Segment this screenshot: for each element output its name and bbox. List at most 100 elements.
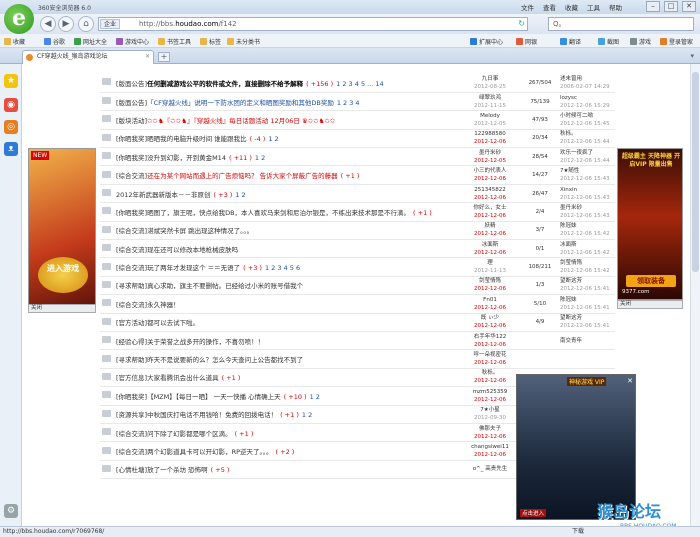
thread-tag[interactable]: [综合交流] xyxy=(116,172,147,180)
author-name[interactable]: 122988580 xyxy=(474,131,506,137)
favorites-star-icon[interactable]: ★ xyxy=(4,74,18,88)
thread-pages[interactable]: 1 2 3 4 5 ... 14 xyxy=(336,80,384,88)
fav-hao-directory[interactable]: 网址大全 xyxy=(74,37,107,46)
fav-google[interactable]: 谷歌 xyxy=(44,37,65,46)
login-manager[interactable]: 登录管家 xyxy=(660,37,693,46)
author-name[interactable]: mzm525359 xyxy=(473,389,508,395)
forward-button[interactable]: ▶ xyxy=(58,16,74,32)
thread-title-link[interactable]: 两个幻影道具卡可以开幻影，RP逆天了。。。 xyxy=(147,448,272,456)
thread-row[interactable]: [版面公告]「CF穿越火线」说明一下防水团的定义和晒图奖励和其他DB奖励 1 2 … xyxy=(100,92,615,112)
maximize-button[interactable]: □ xyxy=(664,1,678,12)
game-button[interactable]: 游戏 xyxy=(630,37,651,46)
fav-tags[interactable]: 标签 xyxy=(200,37,221,46)
author-name[interactable]: 7★小星 xyxy=(480,407,499,413)
back-button[interactable]: ◀ xyxy=(40,16,56,32)
author-name[interactable]: 既 ぃ少 xyxy=(481,315,499,321)
thread-pages[interactable]: 1 2 xyxy=(310,393,320,401)
author-name[interactable]: o^_ 高贵先生 xyxy=(473,466,507,472)
thread-tag[interactable]: [寻求帮助] xyxy=(116,282,147,290)
vertical-scrollbar[interactable] xyxy=(690,64,700,526)
thread-row[interactable]: [你晒我奖]没升到幻影，开到黄金M14( +11 ) 1 2 墨丹米砂 2012-12… xyxy=(100,147,615,167)
game-ad-close-icon[interactable]: ✕ xyxy=(627,377,633,385)
thread-tag[interactable]: [综合交流] xyxy=(116,246,147,254)
thread-row[interactable]: [综合交流]还在为某个网站而遇上的广告烦恼吗？ 告诉大家个屏蔽广告的藤器( +1… xyxy=(100,165,615,185)
author-name[interactable]: 251345822 xyxy=(474,187,506,193)
tab-cf-forum[interactable]: CF穿越火线_猴岛游戏论坛 ✕ xyxy=(22,50,154,64)
author-name[interactable]: 九日事 xyxy=(482,76,499,82)
thread-title-link[interactable]: 放了一个杀坊 恐怖啊 xyxy=(147,466,208,474)
thread-tag[interactable]: [官方活动] xyxy=(116,319,147,327)
author-name[interactable]: 右手年华122 xyxy=(474,334,507,340)
author-name[interactable]: 墨丹米砂 xyxy=(479,150,501,156)
thread-row[interactable]: [寻求帮助]昨天不是说要新的么？怎么今天查问上公告都找不到了 呼一朵视密花 2012… xyxy=(100,349,615,369)
author-name[interactable]: 理 xyxy=(487,260,493,266)
thread-row[interactable]: [综合交流]现在还可以修改本地枪械皮肤吗 冰面斯 2012-12-06 0/1 冰面斯 2… xyxy=(100,239,615,259)
thread-row[interactable]: [版块活动]✩✩♞『✩✩♞』『穿越火线』每日话题活动 12月06日 ♛✩✩♞✩✩… xyxy=(100,110,615,130)
minimize-button[interactable]: – xyxy=(646,1,660,12)
game-ad-enter[interactable]: 点击进入 xyxy=(520,509,547,517)
fav-game-center[interactable]: 游戏中心 xyxy=(116,37,149,46)
netbank-button[interactable]: 网银 xyxy=(516,37,537,46)
thread-row[interactable]: [版面公告]任何删减游戏公平的软件或文件，直接删除不给予解释( +156 ) 1 … xyxy=(100,74,615,93)
thread-tag[interactable]: [心情杜塘] xyxy=(116,466,147,474)
thread-tag[interactable]: [版块活动] xyxy=(116,117,147,125)
author-name[interactable]: 妖精 xyxy=(484,223,495,229)
author-name[interactable]: 绿翠玖鸿 xyxy=(479,95,501,101)
address-bar[interactable]: 企业 http://bbs.houdao.com/f142 ↻ xyxy=(98,17,528,31)
thread-title-link[interactable]: 中秋国庆打电话不用钱哈！免费的回拨电话！ xyxy=(147,411,277,419)
thread-tag[interactable]: [你晒我奖] xyxy=(116,209,147,217)
last-poster[interactable]: 南交青年 xyxy=(560,338,582,344)
last-poster[interactable]: lozysc xyxy=(560,95,577,101)
app-icon[interactable]: ◎ xyxy=(4,120,18,134)
refresh-icon[interactable]: ↻ xyxy=(518,19,525,28)
new-tab-button[interactable]: + xyxy=(158,52,170,62)
author-name[interactable]: 佛那夫子 xyxy=(479,426,501,432)
right-game-ad[interactable]: 超级霸主 天降神器 开启VIP 限量出售 领取装备 9377.com xyxy=(617,148,683,300)
menu-view[interactable]: 查看 xyxy=(543,2,556,12)
thread-tag[interactable]: [综合交流] xyxy=(116,227,147,235)
last-poster[interactable]: 秋栎。 xyxy=(560,131,577,137)
author-name[interactable]: Fn01 xyxy=(483,297,497,303)
menu-favorites[interactable]: 收藏 xyxy=(565,2,578,12)
author-name[interactable]: 呼一朵视密花 xyxy=(473,352,506,358)
thread-title-link[interactable]: 湛斌突然卡屏 跳出现这种情况了。。。 xyxy=(147,227,253,235)
thread-tag[interactable]: [你晒我奖] xyxy=(116,135,147,143)
left-ad-close[interactable]: 关闭 xyxy=(28,304,96,313)
last-poster[interactable]: 望断这芳 xyxy=(560,278,582,284)
last-poster[interactable]: 7★随性 xyxy=(560,168,579,174)
compat-mode-switch[interactable]: 企业 xyxy=(100,19,121,29)
last-poster[interactable]: 欢乐一夜疯了 xyxy=(560,150,593,156)
thread-title-link[interactable]: 没升到幻影，开到黄金M14 xyxy=(147,154,226,162)
thread-tag[interactable]: [经验心得] xyxy=(116,338,147,346)
thread-title-link[interactable]: 【MZM】【每日一晒】 一天一快播 心情确上天 xyxy=(147,393,281,401)
close-tab-icon[interactable]: ✕ xyxy=(145,51,150,63)
thread-title-link[interactable]: 还在为某个网站而遇上的广告烦恼吗？ 告诉大家个屏蔽广告的藤器 xyxy=(147,172,338,180)
thread-row[interactable]: [寻求帮助]真心求助，旗主不要删帖。已经给过小米的账号借我个 剑莹情殇 2012-1… xyxy=(100,276,615,296)
translate-button[interactable]: 翻译 xyxy=(560,37,581,46)
thread-tag[interactable]: [综合交流] xyxy=(116,264,147,272)
claim-gear-button[interactable]: 领取装备 xyxy=(626,275,676,287)
thread-pages[interactable]: 1 2 3 4 xyxy=(337,99,360,107)
thread-pages[interactable]: 1 2 xyxy=(302,411,312,419)
thread-tag[interactable]: [你晒我奖] xyxy=(116,393,147,401)
fav-bookmark-tools[interactable]: 书签工具 xyxy=(158,37,191,46)
search-input[interactable]: Q。 xyxy=(548,17,694,31)
thread-tag[interactable]: [官方信息] xyxy=(116,374,147,382)
thread-title-link[interactable]: 任何删减游戏公平的软件或文件，直接删除不给予解释 xyxy=(147,80,303,88)
thread-tag[interactable]: [综合交流] xyxy=(116,448,147,456)
thread-tag[interactable]: [综合交流] xyxy=(116,301,147,309)
thread-title-link[interactable]: 永久神器！ xyxy=(147,301,180,309)
thread-pages[interactable]: 1 2 xyxy=(235,191,245,199)
author-name[interactable]: 秋栎。 xyxy=(482,370,499,376)
menu-tools[interactable]: 工具 xyxy=(587,2,600,12)
extension-center[interactable]: 扩展中心 xyxy=(470,37,503,46)
thread-row[interactable]: [你晒我奖]晒图了，旗王呢，快点给我DB，本人喜欢马来剑和尼泊尔银是，不练出来技… xyxy=(100,202,615,222)
thread-title-link[interactable]: 玩了两年才发现这个 ＝＝无语了 xyxy=(147,264,240,272)
thread-tag[interactable]: [你晒我奖] xyxy=(116,154,147,162)
thread-pages[interactable]: 1 2 xyxy=(255,154,265,162)
last-poster[interactable]: 述未曾用 xyxy=(560,76,582,82)
thread-title-link[interactable]: 大家看腾讯会出什么道具 xyxy=(147,374,219,382)
thread-row[interactable]: [综合交流]湛斌突然卡屏 跳出现这种情况了。。。 妖精 2012-12-06 3/7 陈… xyxy=(100,221,615,241)
close-window-button[interactable]: ✕ xyxy=(682,1,696,12)
menu-file[interactable]: 文件 xyxy=(521,2,534,12)
